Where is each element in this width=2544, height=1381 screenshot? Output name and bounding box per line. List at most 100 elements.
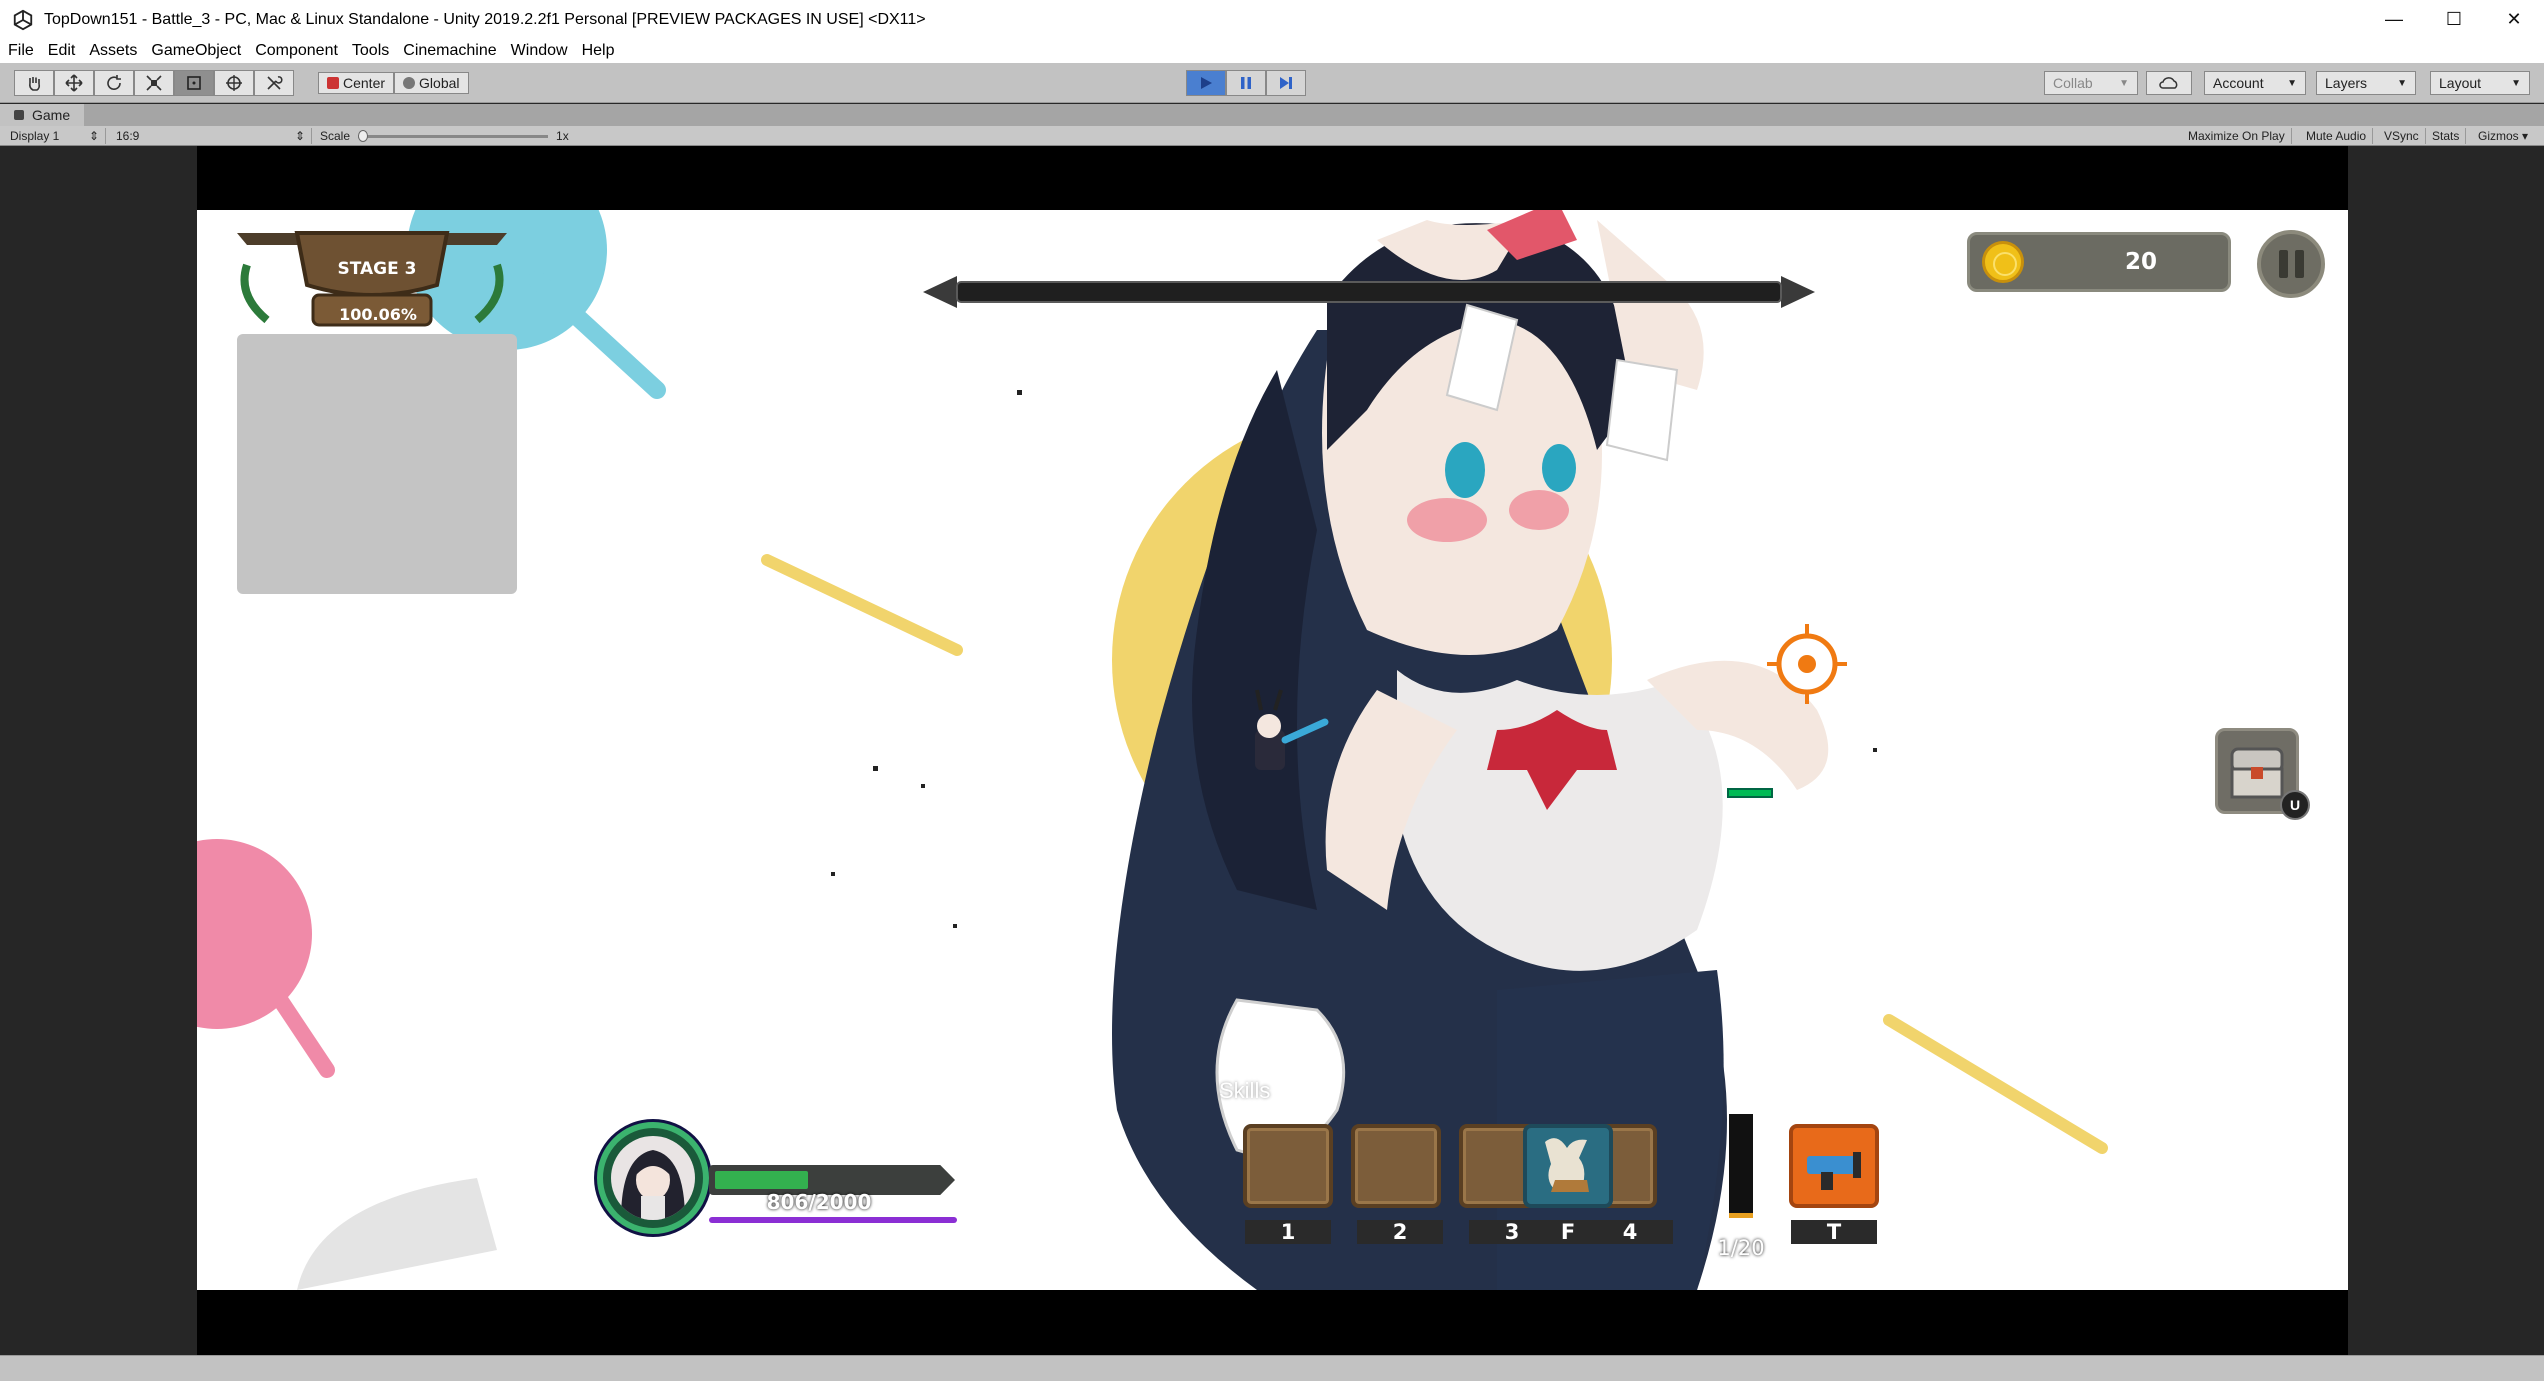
decor-grey-shape <box>297 1178 497 1290</box>
game-pause-button[interactable] <box>2257 230 2325 298</box>
portrait-art <box>621 1150 685 1220</box>
menu-assets[interactable]: Assets <box>89 42 137 60</box>
aspect-label: 16:9 <box>116 129 140 143</box>
menu-gameobject[interactable]: GameObject <box>151 42 241 60</box>
step-button[interactable] <box>1266 70 1306 96</box>
main-toolbar: Center Global Collab ▼ Account ▼ Layers … <box>0 63 2544 103</box>
winged-boot-icon <box>1545 1138 1589 1192</box>
pause-button[interactable] <box>1226 70 1266 96</box>
maximize-button[interactable]: ☐ <box>2424 0 2484 39</box>
custom-tool-button[interactable] <box>254 70 294 96</box>
menu-cinemachine[interactable]: Cinemachine <box>403 42 496 60</box>
game-viewport[interactable]: STAGE 3 100.06% 20 U Skills 1 2 3 4 F 1/… <box>197 146 2348 1355</box>
game-view-icon <box>14 110 24 120</box>
menu-file[interactable]: File <box>8 42 34 60</box>
rotate-icon <box>107 75 121 90</box>
play-icon <box>1201 77 1212 89</box>
account-label: Account <box>2213 75 2264 91</box>
transform-all-icon <box>226 75 242 91</box>
scale-icon <box>146 75 162 91</box>
collab-dropdown[interactable]: Collab ▼ <box>2044 71 2138 95</box>
pause-icon <box>1241 77 1251 89</box>
scale-label: Scale <box>320 129 351 143</box>
coin-icon <box>1982 241 2024 283</box>
scale-slider[interactable] <box>358 129 549 142</box>
crosshair-icon <box>1767 624 1847 704</box>
menu-bar: File Edit Assets GameObject Component To… <box>0 39 2544 63</box>
mute-audio-toggle[interactable]: Mute Audio <box>2306 128 2374 144</box>
play-button[interactable] <box>1186 70 1226 96</box>
player-hp-text: 806/2000 <box>766 1190 872 1214</box>
menu-component[interactable]: Component <box>255 42 338 60</box>
tab-game[interactable]: Game <box>0 104 85 126</box>
scale-control: Scale 1x <box>320 128 569 144</box>
mute-audio-label: Mute Audio <box>2306 129 2367 143</box>
chevron-down-icon: ▼ <box>2119 77 2129 89</box>
minimize-button[interactable]: — <box>2364 0 2424 39</box>
hand-icon <box>29 77 41 91</box>
stage-progress: 100.06% <box>339 305 417 324</box>
collab-label: Collab <box>2053 75 2093 91</box>
editor-status-bar <box>0 1355 2544 1381</box>
ammo-gauge-fill <box>1729 1213 1753 1218</box>
pivot-toggles: Center Global <box>318 70 469 96</box>
menu-tools[interactable]: Tools <box>352 42 389 60</box>
cloud-icon <box>2159 77 2178 89</box>
menu-help[interactable]: Help <box>582 42 615 60</box>
account-dropdown[interactable]: Account ▼ <box>2204 71 2306 95</box>
window-titlebar: TopDown151 - Battle_3 - PC, Mac & Linux … <box>0 0 2544 39</box>
chevron-down-icon: ▼ <box>2511 77 2521 89</box>
game-scene[interactable]: STAGE 3 100.06% 20 U Skills 1 2 3 4 F 1/… <box>197 210 2348 1290</box>
ammo-gauge <box>1729 1114 1753 1218</box>
window-title: TopDown151 - Battle_3 - PC, Mac & Linux … <box>44 10 926 28</box>
cloud-button[interactable] <box>2146 71 2192 95</box>
stats-toggle[interactable]: Stats <box>2432 128 2467 144</box>
gizmos-dropdown[interactable]: Gizmos ▾ <box>2478 128 2528 144</box>
aspect-dropdown[interactable]: 16:9 ⇕ <box>116 128 312 144</box>
unity-logo-icon <box>13 9 33 30</box>
skill-slot-1[interactable] <box>1243 1124 1333 1208</box>
rect-tool-button[interactable] <box>174 70 214 96</box>
layout-label: Layout <box>2439 75 2482 91</box>
player-avatar <box>597 1122 709 1234</box>
vsync-toggle[interactable]: VSync <box>2384 128 2426 144</box>
move-tool-button[interactable] <box>54 70 94 96</box>
decor-pink-circle <box>197 839 312 1029</box>
hand-tool-button[interactable] <box>14 70 54 96</box>
unity-editor-window: TopDown151 - Battle_3 - PC, Mac & Linux … <box>0 0 2544 1381</box>
move-arrows-icon <box>65 74 83 92</box>
wrench-icon <box>267 76 283 90</box>
stats-label: Stats <box>2432 129 2460 143</box>
scale-tool-button[interactable] <box>134 70 174 96</box>
menu-window[interactable]: Window <box>511 42 568 60</box>
coin-count: 20 <box>2124 249 2157 275</box>
display-dropdown[interactable]: Display 1 ⇕ <box>10 128 106 144</box>
skill-slot-2[interactable] <box>1351 1124 1441 1208</box>
layout-dropdown[interactable]: Layout ▼ <box>2430 71 2530 95</box>
layers-dropdown[interactable]: Layers ▼ <box>2316 71 2416 95</box>
scale-slider-knob[interactable] <box>358 129 369 142</box>
skills-label: Skills <box>1219 1078 1271 1103</box>
menu-edit[interactable]: Edit <box>48 42 76 60</box>
decor-yellow-stick <box>761 554 963 656</box>
stage-label: STAGE 3 <box>337 259 417 279</box>
space-global-button[interactable]: Global <box>394 72 469 94</box>
decor-pink-stick <box>259 972 335 1078</box>
space-label: Global <box>419 75 460 91</box>
weapon-key: T <box>1791 1220 1877 1244</box>
transform-all-tool-button[interactable] <box>214 70 254 96</box>
pause-icon <box>2278 250 2288 278</box>
special-skill-slot[interactable] <box>1523 1124 1613 1208</box>
close-button[interactable]: ✕ <box>2484 0 2544 39</box>
gizmos-label: Gizmos <box>2478 129 2519 143</box>
maximize-on-play-label: Maximize On Play <box>2188 129 2285 143</box>
weapon-slot[interactable] <box>1789 1124 1879 1208</box>
rotate-tool-button[interactable] <box>94 70 134 96</box>
chevron-down-icon: ▼ <box>2397 77 2407 89</box>
pivot-center-button[interactable]: Center <box>318 72 395 94</box>
enemy-health-bar <box>1727 788 1773 798</box>
stage-banner: STAGE 3 100.06% <box>227 225 517 335</box>
pivot-label: Center <box>343 75 386 91</box>
maximize-on-play-toggle[interactable]: Maximize On Play <box>2188 128 2292 144</box>
step-icon <box>1280 77 1292 89</box>
